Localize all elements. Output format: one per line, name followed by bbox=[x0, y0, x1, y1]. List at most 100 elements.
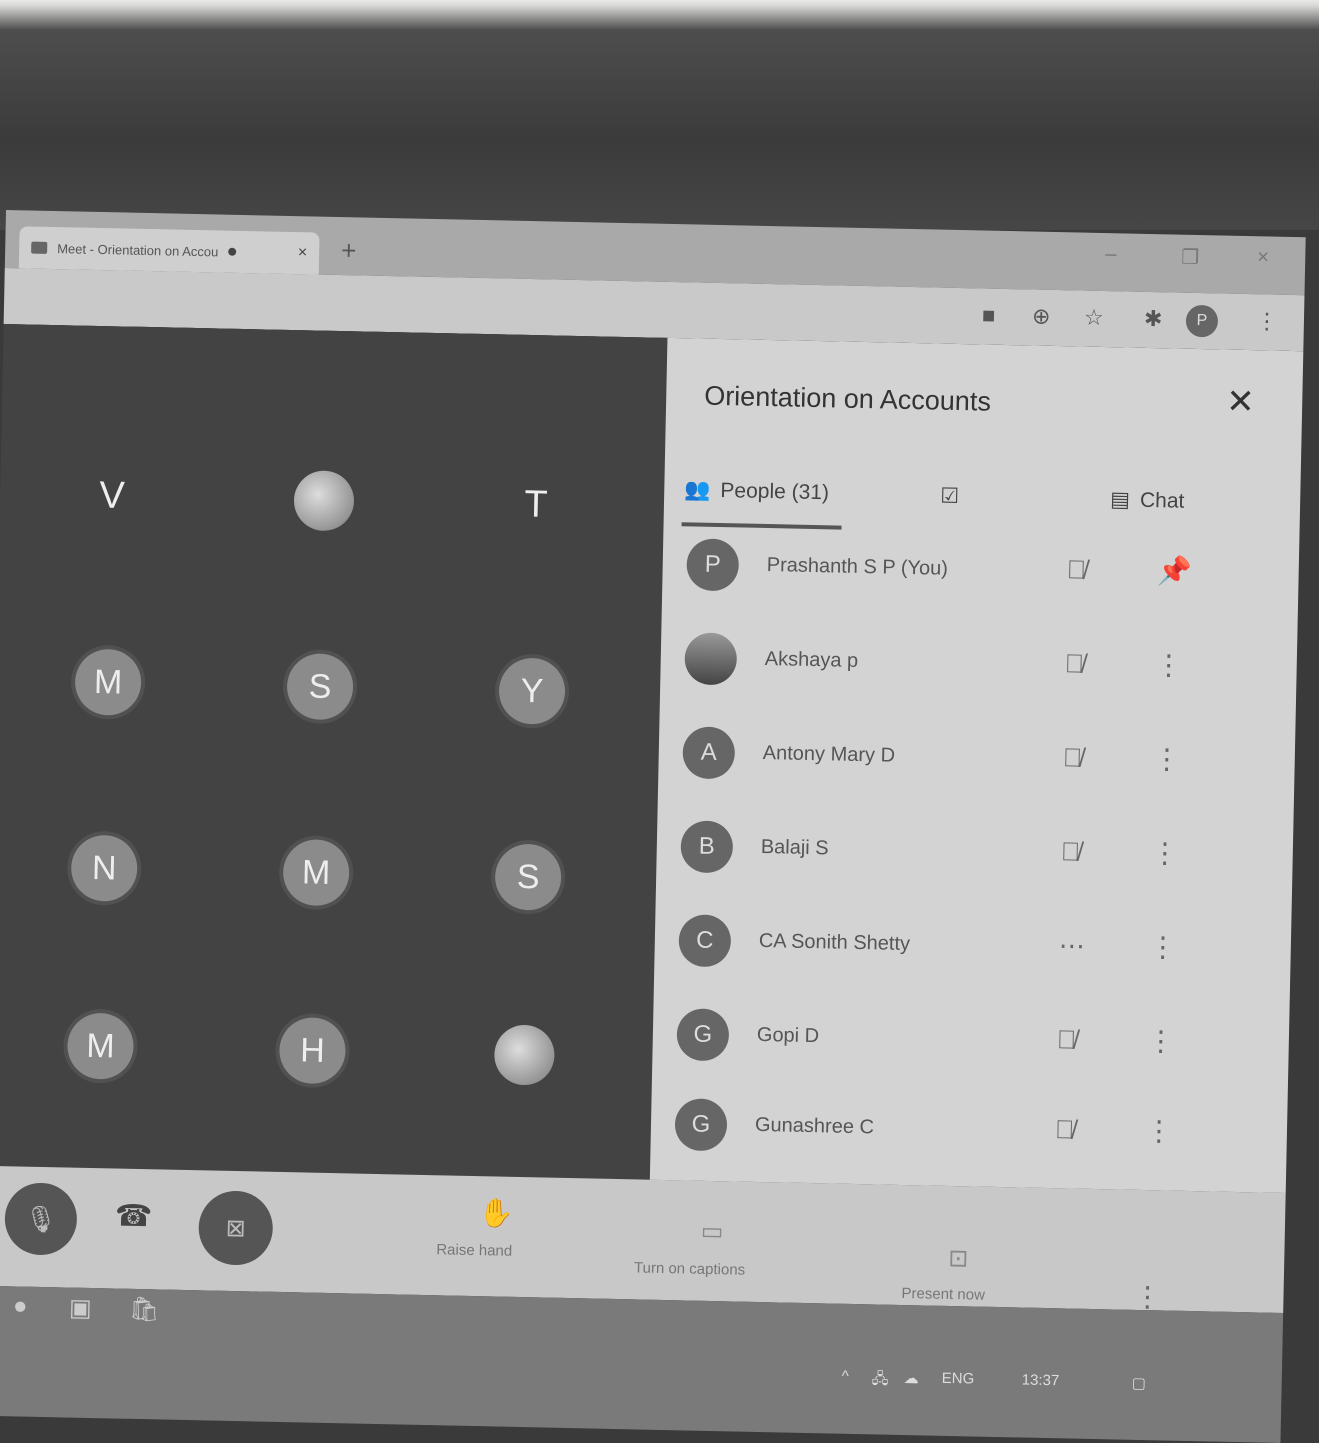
raise-hand-icon[interactable]: ✋ bbox=[479, 1196, 515, 1230]
windows-taskbar: ● ▣ 🛍 ^ 🖧 ☁ ENG 13:37 ▢ bbox=[0, 1285, 1284, 1443]
participant-row[interactable]: Akshaya p 🎙̸ ⋮ bbox=[684, 628, 1245, 700]
captions-icon[interactable]: ▭ bbox=[700, 1217, 723, 1246]
participant-avatar: C bbox=[678, 914, 732, 968]
camera-off-icon: ⊠ bbox=[225, 1214, 247, 1242]
speaking-icon: ⋯ bbox=[1058, 930, 1086, 961]
tile-photo-avatar bbox=[293, 470, 355, 532]
more-options-icon[interactable]: ⋮ bbox=[1154, 648, 1183, 682]
people-icon: 👥 bbox=[684, 478, 711, 502]
mic-off-icon: 🎙̸ bbox=[1066, 554, 1087, 585]
mic-toggle-button[interactable]: 🎙 bbox=[4, 1182, 78, 1256]
meeting-title: Orientation on Accounts bbox=[703, 380, 992, 417]
clock[interactable]: 13:37 bbox=[1022, 1372, 1060, 1390]
participant-name: Gunashree C bbox=[754, 1113, 875, 1139]
browser-menu-icon[interactable]: ⋮ bbox=[1256, 308, 1279, 334]
hang-up-icon: ☎ bbox=[114, 1199, 153, 1234]
participant-tile[interactable]: V bbox=[11, 424, 214, 568]
pin-icon[interactable]: 📌 bbox=[1156, 554, 1192, 588]
star-icon[interactable]: ☆ bbox=[1084, 305, 1104, 331]
active-tab-indicator bbox=[681, 522, 842, 530]
mic-off-icon: 🎙 bbox=[24, 1203, 58, 1234]
tab-chat[interactable]: ▤ Chat bbox=[1110, 487, 1185, 514]
participant-row[interactable]: C CA Sonith Shetty ⋯ ⋮ bbox=[678, 910, 1239, 982]
mic-off-icon: 🎙̸ bbox=[1064, 648, 1085, 679]
participant-row[interactable]: G Gunashree C 🎙̸ ⋮ bbox=[674, 1094, 1235, 1166]
participant-name: Prashanth S P (You) bbox=[766, 554, 949, 580]
leave-call-button[interactable]: ☎ bbox=[115, 1199, 153, 1235]
participant-name: Gopi D bbox=[756, 1023, 820, 1048]
participant-name: Akshaya p bbox=[764, 647, 859, 672]
onedrive-icon[interactable]: ☁ bbox=[904, 1369, 919, 1387]
start-icon[interactable]: ● bbox=[13, 1292, 28, 1320]
tile-avatar: Y bbox=[498, 657, 566, 725]
tray-chevron-icon[interactable]: ^ bbox=[842, 1368, 849, 1385]
people-tab-label: People (31) bbox=[720, 479, 830, 505]
participant-row[interactable]: P Prashanth S P (You) 🎙̸ 📌 bbox=[686, 534, 1247, 606]
participant-tile[interactable] bbox=[223, 429, 426, 573]
present-icon[interactable]: ⊡ bbox=[948, 1244, 969, 1273]
participant-tile[interactable]: M bbox=[0, 974, 202, 1118]
raise-hand-label[interactable]: Raise hand bbox=[436, 1241, 512, 1260]
mic-off-icon: 🎙̸ bbox=[1054, 1114, 1075, 1145]
tile-avatar: S bbox=[286, 652, 354, 721]
participant-name: Balaji S bbox=[760, 835, 829, 860]
participant-tile[interactable]: S bbox=[427, 805, 630, 949]
mic-off-icon: 🎙̸ bbox=[1060, 836, 1081, 867]
participant-tile[interactable]: M bbox=[7, 610, 210, 754]
tab-people[interactable]: 👥 People (31) bbox=[684, 478, 829, 505]
captions-label[interactable]: Turn on captions bbox=[634, 1259, 746, 1278]
network-icon[interactable]: 🖧 bbox=[871, 1368, 889, 1393]
window-close-button[interactable]: × bbox=[1257, 246, 1269, 269]
minimize-button[interactable]: – bbox=[1105, 243, 1117, 266]
tile-avatar: N bbox=[70, 834, 138, 902]
tile-avatar: H bbox=[278, 1016, 347, 1085]
extensions-icon[interactable]: ✱ bbox=[1144, 306, 1163, 332]
more-options-icon[interactable]: ⋮ bbox=[1148, 930, 1178, 964]
participant-tile[interactable]: T bbox=[434, 433, 637, 577]
browser-tab[interactable]: Meet - Orientation on Accou × bbox=[18, 226, 320, 275]
participant-tile[interactable]: H bbox=[211, 979, 414, 1123]
present-label[interactable]: Present now bbox=[901, 1285, 985, 1304]
restore-button[interactable]: ❐ bbox=[1181, 245, 1199, 270]
language-indicator[interactable]: ENG bbox=[942, 1370, 975, 1388]
participant-row[interactable]: B Balaji S 🎙̸ ⋮ bbox=[680, 816, 1241, 888]
participant-avatar: A bbox=[682, 726, 736, 780]
tab-activities[interactable]: ☑ bbox=[940, 484, 959, 509]
recording-dot-icon bbox=[228, 247, 237, 256]
more-options-icon[interactable]: ⋮ bbox=[1147, 1024, 1176, 1058]
tile-avatar: S bbox=[494, 843, 562, 911]
tile-avatar: M bbox=[66, 1012, 135, 1080]
photo-of-screen: Meet - Orientation on Accou × + – ❐ × ■ … bbox=[0, 0, 1319, 1443]
participant-avatar: G bbox=[674, 1098, 728, 1152]
participant-row[interactable]: A Antony Mary D 🎙̸ ⋮ bbox=[682, 722, 1243, 794]
tab-close-button[interactable]: × bbox=[298, 244, 308, 262]
camera-toggle-button[interactable]: ⊠ bbox=[197, 1190, 274, 1266]
checklist-icon: ☑ bbox=[939, 484, 960, 509]
participant-tile[interactable]: S bbox=[219, 615, 422, 759]
file-explorer-icon[interactable]: ▣ bbox=[69, 1294, 92, 1323]
notifications-icon[interactable]: ▢ bbox=[1131, 1374, 1146, 1392]
more-options-icon[interactable]: ⋮ bbox=[1133, 1280, 1162, 1314]
profile-avatar[interactable]: P bbox=[1185, 304, 1219, 338]
zoom-icon[interactable]: ⊕ bbox=[1032, 304, 1051, 330]
panel-close-button[interactable]: ✕ bbox=[1226, 382, 1255, 423]
participant-avatar: B bbox=[680, 820, 734, 874]
more-options-icon[interactable]: ⋮ bbox=[1145, 1114, 1174, 1148]
participant-tile[interactable] bbox=[423, 983, 626, 1127]
more-options-icon[interactable]: ⋮ bbox=[1150, 836, 1179, 870]
more-options-icon[interactable]: ⋮ bbox=[1152, 742, 1181, 776]
meet-favicon-icon bbox=[31, 241, 48, 254]
participant-photo-avatar bbox=[684, 632, 738, 686]
tile-name-letter: T bbox=[523, 483, 548, 526]
participant-avatar: G bbox=[676, 1008, 730, 1062]
participant-tile[interactable]: N bbox=[3, 796, 206, 940]
people-panel: Orientation on Accounts ✕ 👥 People (31) … bbox=[649, 337, 1304, 1194]
store-icon[interactable]: 🛍 bbox=[129, 1295, 160, 1325]
participant-tile[interactable]: Y bbox=[431, 619, 634, 763]
participant-tile[interactable]: M bbox=[215, 801, 418, 945]
camera-icon[interactable]: ■ bbox=[982, 302, 996, 328]
new-tab-button[interactable]: + bbox=[341, 235, 357, 266]
participant-row[interactable]: G Gopi D 🎙̸ ⋮ bbox=[676, 1004, 1237, 1076]
participant-grid: V T M S Y N M S M H bbox=[0, 323, 668, 1180]
participant-avatar: P bbox=[686, 538, 740, 592]
